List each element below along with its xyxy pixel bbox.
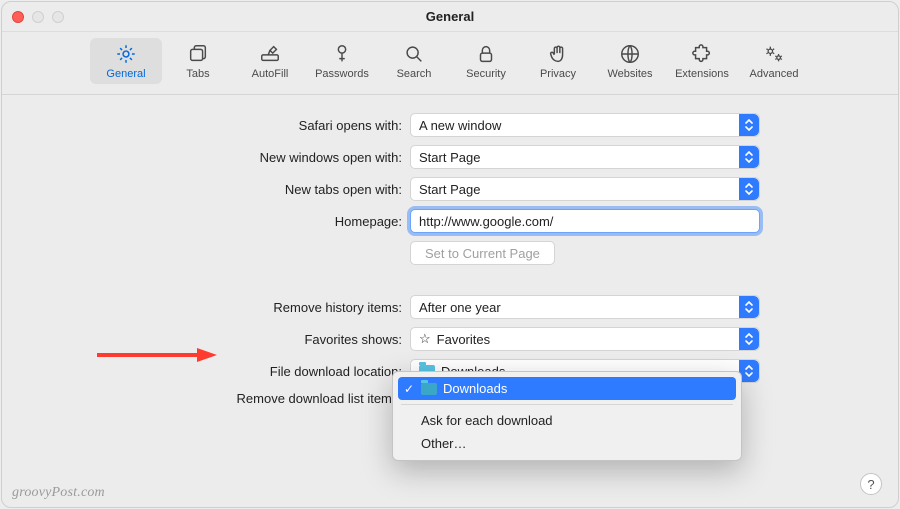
menu-item-label: Ask for each download	[421, 413, 553, 428]
set-to-current-page-button[interactable]: Set to Current Page	[410, 241, 555, 265]
select-favorites[interactable]: ☆ Favorites	[410, 327, 760, 351]
globe-icon	[618, 42, 642, 66]
lock-icon	[474, 42, 498, 66]
menu-item-ask[interactable]: Ask for each download	[393, 409, 741, 432]
toolbar-tab-websites[interactable]: Websites	[594, 38, 666, 84]
toolbar-label: Passwords	[315, 68, 369, 80]
preferences-content: Safari opens with: A new window New wind…	[2, 95, 898, 507]
toolbar-label: Search	[397, 68, 432, 80]
toolbar-tab-privacy[interactable]: Privacy	[522, 38, 594, 84]
select-value: Start Page	[419, 182, 480, 197]
folder-icon	[421, 383, 437, 395]
label-homepage: Homepage:	[22, 214, 402, 229]
toolbar-label: AutoFill	[252, 68, 289, 80]
label-opens-with: Safari opens with:	[22, 118, 402, 133]
preferences-window: General General Tabs AutoFill Passwords	[1, 1, 899, 508]
label-remove-download-list: Remove download list items:	[22, 391, 402, 406]
select-remove-history[interactable]: After one year	[410, 295, 760, 319]
toolbar-tab-security[interactable]: Security	[450, 38, 522, 84]
download-location-menu: ✓ Downloads Ask for each download Other…	[392, 371, 742, 461]
label-remove-history: Remove history items:	[22, 300, 402, 315]
input-value: http://www.google.com/	[419, 214, 553, 229]
toolbar-tab-tabs[interactable]: Tabs	[162, 38, 234, 84]
search-icon	[402, 42, 426, 66]
toolbar-tab-general[interactable]: General	[90, 38, 162, 84]
toolbar-tab-extensions[interactable]: Extensions	[666, 38, 738, 84]
select-new-tabs[interactable]: Start Page	[410, 177, 760, 201]
select-opens-with[interactable]: A new window	[410, 113, 760, 137]
toolbar-label: Tabs	[186, 68, 209, 80]
toolbar-tab-advanced[interactable]: Advanced	[738, 38, 810, 84]
pencil-icon	[258, 42, 282, 66]
chevron-up-down-icon	[743, 117, 755, 133]
titlebar: General	[2, 2, 898, 32]
label-new-tabs: New tabs open with:	[22, 182, 402, 197]
select-value: Favorites	[437, 332, 490, 347]
select-value: A new window	[419, 118, 501, 133]
minimize-window-button[interactable]	[32, 11, 44, 23]
toolbar-label: Advanced	[750, 68, 799, 80]
window-title: General	[426, 9, 474, 24]
traffic-lights	[12, 2, 64, 31]
toolbar-label: Security	[466, 68, 506, 80]
close-window-button[interactable]	[12, 11, 24, 23]
chevron-up-down-icon	[743, 181, 755, 197]
menu-separator	[401, 404, 733, 405]
toolbar-label: General	[106, 68, 145, 80]
tabs-icon	[186, 42, 210, 66]
select-new-windows[interactable]: Start Page	[410, 145, 760, 169]
label-download-location: File download location:	[22, 364, 402, 379]
hand-icon	[546, 42, 570, 66]
zoom-window-button[interactable]	[52, 11, 64, 23]
key-icon	[330, 42, 354, 66]
chevron-up-down-icon	[743, 363, 755, 379]
select-value: After one year	[419, 300, 501, 315]
menu-item-other[interactable]: Other…	[393, 432, 741, 455]
chevron-up-down-icon	[743, 331, 755, 347]
preferences-toolbar: General Tabs AutoFill Passwords Search	[2, 32, 898, 95]
menu-item-label: Downloads	[443, 381, 507, 396]
toolbar-tab-autofill[interactable]: AutoFill	[234, 38, 306, 84]
toolbar-tab-search[interactable]: Search	[378, 38, 450, 84]
checkmark-icon: ✓	[404, 382, 414, 396]
puzzle-icon	[690, 42, 714, 66]
select-value: Start Page	[419, 150, 480, 165]
annotation-arrow-icon	[97, 348, 217, 362]
watermark: groovyPost.com	[12, 485, 105, 501]
label-new-windows: New windows open with:	[22, 150, 402, 165]
input-homepage[interactable]: http://www.google.com/	[410, 209, 760, 233]
menu-item-label: Other…	[421, 436, 467, 451]
toolbar-tab-passwords[interactable]: Passwords	[306, 38, 378, 84]
help-button[interactable]: ?	[860, 473, 882, 495]
chevron-up-down-icon	[743, 299, 755, 315]
star-icon: ☆	[419, 331, 431, 347]
label-favorites: Favorites shows:	[22, 332, 402, 347]
toolbar-label: Websites	[607, 68, 652, 80]
gear-icon	[114, 42, 138, 66]
toolbar-label: Privacy	[540, 68, 576, 80]
menu-item-downloads[interactable]: ✓ Downloads	[398, 377, 736, 400]
chevron-up-down-icon	[743, 149, 755, 165]
gears-icon	[762, 42, 786, 66]
toolbar-label: Extensions	[675, 68, 729, 80]
